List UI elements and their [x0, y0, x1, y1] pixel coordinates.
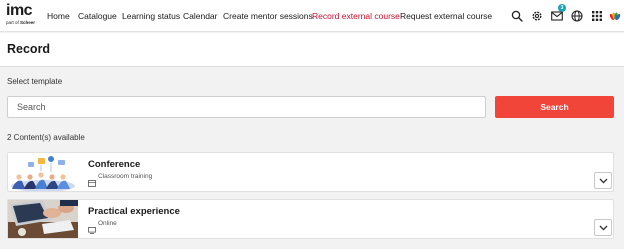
expand-button[interactable]: [594, 172, 612, 189]
logo-wordmark: imc: [6, 2, 33, 19]
search-icon[interactable]: [510, 9, 524, 23]
page-title: Record: [7, 42, 51, 56]
apps-grid-icon[interactable]: [590, 9, 604, 23]
result-card-practical-experience[interactable]: Practical experience Online: [7, 199, 614, 239]
expand-button[interactable]: [594, 219, 612, 236]
imc-logo[interactable]: imc part of Scheer: [6, 2, 40, 28]
chevron-down-icon: [599, 178, 607, 184]
nav-catalogue[interactable]: Catalogue: [78, 0, 117, 32]
mail-icon[interactable]: 3: [550, 4, 566, 23]
result-card-conference[interactable]: Conference Classroom training: [7, 152, 614, 192]
nav-request-external-course[interactable]: Request external course: [400, 0, 492, 32]
practical-experience-photo: [8, 200, 78, 238]
page-header: Record: [0, 33, 624, 67]
card-title: Conference: [88, 159, 141, 170]
nav-record-external-course[interactable]: Record external course: [312, 0, 400, 32]
chevron-down-icon: [599, 225, 607, 231]
settings-icon[interactable]: [530, 9, 544, 23]
search-button[interactable]: Search: [495, 96, 614, 118]
nav-learning-status[interactable]: Learning status: [122, 0, 180, 32]
nav-calendar[interactable]: Calendar: [183, 0, 218, 32]
mail-count-badge: 3: [558, 4, 566, 12]
card-type-label: Online: [98, 220, 117, 227]
nav-home[interactable]: Home: [47, 0, 70, 32]
top-navigation-bar: imc part of Scheer Home Catalogue Learni…: [0, 0, 624, 32]
logo-tagline-prefix: part of: [6, 20, 19, 25]
nav-create-mentor-sessions[interactable]: Create mentor sessions: [223, 0, 313, 32]
brand-peacock-icon: [608, 9, 622, 23]
results-count: 2 Content(s) available: [7, 133, 85, 142]
search-input[interactable]: [7, 96, 486, 118]
conference-illustration: [8, 153, 78, 191]
classroom-icon: [88, 174, 96, 187]
logo-tagline-brand: Scheer: [20, 20, 36, 25]
online-icon: [88, 221, 96, 234]
select-template-label: Select template: [7, 77, 63, 86]
card-type-label: Classroom training: [98, 173, 153, 180]
card-title: Practical experience: [88, 206, 180, 217]
globe-icon[interactable]: [570, 9, 584, 23]
logo-tagline: part of Scheer: [6, 20, 35, 25]
